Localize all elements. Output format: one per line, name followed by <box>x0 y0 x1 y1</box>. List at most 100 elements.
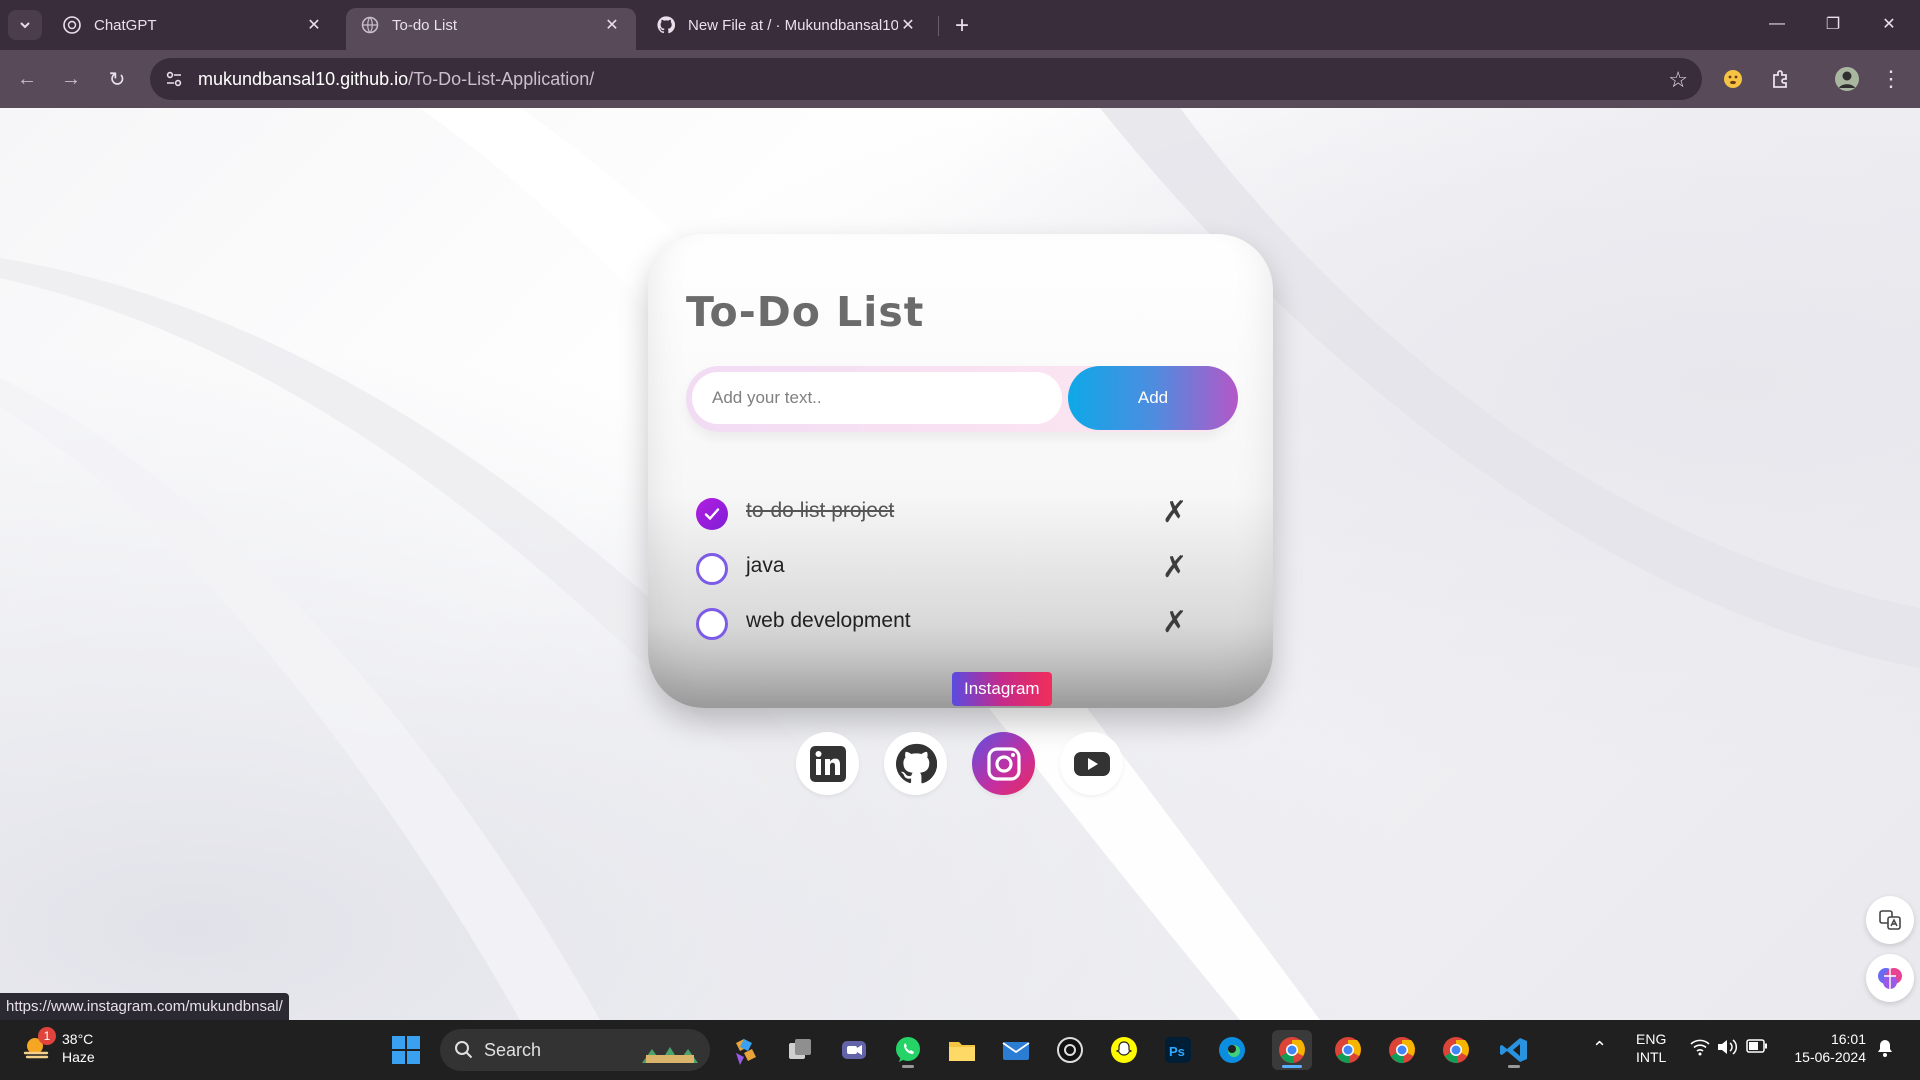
list-item[interactable]: java ✗ <box>696 546 1236 586</box>
close-icon[interactable]: ✕ <box>602 15 622 35</box>
globe-icon <box>360 15 380 35</box>
search-label: Search <box>484 1039 542 1060</box>
task-input[interactable] <box>692 372 1062 424</box>
svg-text:Ps: Ps <box>1169 1044 1185 1059</box>
new-tab-plus-icon[interactable]: + <box>948 12 976 40</box>
unchecked-circle-icon[interactable] <box>696 553 728 585</box>
web-page: To-Do List Add to-do list project ✗ java… <box>0 108 1920 1020</box>
tab-chatgpt[interactable]: ChatGPT ✕ <box>48 8 338 42</box>
windows-taskbar: 1 38°C Haze Search Ps ⌃ ENG INTL 16:01 1… <box>0 1020 1920 1080</box>
input-row: Add <box>686 366 1238 432</box>
chrome-profile-4-icon[interactable] <box>1436 1030 1476 1070</box>
clock-time: 16:01 <box>1830 1031 1866 1047</box>
tab-title: To-do List <box>392 16 458 34</box>
delete-x-icon[interactable]: ✗ <box>1162 550 1187 585</box>
tab-title: New File at / · Mukundbansal10 <box>688 16 898 34</box>
browser-tab-strip: ChatGPT ✕ To-do List ✕ New File at / · M… <box>0 0 1920 50</box>
haze-sun-icon: 1 <box>22 1027 56 1063</box>
forward-arrow-icon[interactable]: → <box>54 62 88 96</box>
instagram-icon[interactable] <box>972 732 1035 795</box>
notification-badge: 1 <box>38 1027 56 1045</box>
reload-icon[interactable]: ↻ <box>100 62 134 96</box>
search-icon <box>455 1041 473 1059</box>
window-close-icon[interactable]: ✕ <box>1866 8 1912 40</box>
bookmark-star-icon[interactable]: ☆ <box>1668 67 1688 93</box>
mail-icon[interactable] <box>996 1030 1036 1070</box>
brain-extension-icon[interactable] <box>1866 954 1914 1002</box>
task-text: web development <box>746 609 911 632</box>
menu-kebab-icon[interactable]: ⋮ <box>1876 64 1906 94</box>
delete-x-icon[interactable]: ✗ <box>1162 495 1187 530</box>
notification-bell-icon[interactable] <box>1876 1038 1894 1061</box>
weather-widget[interactable]: 1 38°C Haze <box>22 1027 95 1066</box>
tab-divider <box>938 16 939 36</box>
clock-date: 15-06-2024 <box>1794 1049 1866 1065</box>
lang-line1: ENG <box>1636 1031 1667 1047</box>
tab-todo-list[interactable]: To-do List ✕ <box>346 8 636 50</box>
chevron-down-icon <box>20 22 30 29</box>
chrome-profile-3-icon[interactable] <box>1382 1030 1422 1070</box>
task-view-icon[interactable] <box>780 1030 820 1070</box>
wifi-icon[interactable] <box>1690 1038 1710 1059</box>
tab-github[interactable]: New File at / · Mukundbansal10 ✕ <box>642 8 932 42</box>
tray-overflow-chevron-icon[interactable]: ⌃ <box>1592 1038 1607 1059</box>
chrome-profile-2-icon[interactable] <box>1328 1030 1368 1070</box>
instagram-tooltip: Instagram <box>952 672 1052 706</box>
site-settings-icon[interactable] <box>162 67 186 91</box>
todo-card: To-Do List Add to-do list project ✗ java… <box>648 234 1273 708</box>
volume-icon[interactable] <box>1716 1038 1738 1059</box>
search-highlight-icon <box>642 1047 698 1063</box>
clock[interactable]: 16:01 15-06-2024 <box>1786 1030 1866 1066</box>
url-host: mukundbansal10.github.io <box>198 68 409 89</box>
delete-x-icon[interactable]: ✗ <box>1162 605 1187 640</box>
page-title: To-Do List <box>686 288 925 336</box>
tab-search-button[interactable] <box>8 10 42 40</box>
extensions-puzzle-icon[interactable] <box>1766 64 1796 94</box>
task-text: java <box>746 554 785 577</box>
snapchat-icon[interactable] <box>1104 1030 1144 1070</box>
youtube-icon[interactable] <box>1060 732 1123 795</box>
translate-icon[interactable] <box>1866 896 1914 944</box>
minimize-icon[interactable]: — <box>1754 8 1800 40</box>
unchecked-circle-icon[interactable] <box>696 608 728 640</box>
tab-title: ChatGPT <box>94 16 157 34</box>
close-icon[interactable]: ✕ <box>304 15 324 35</box>
file-explorer-icon[interactable] <box>942 1030 982 1070</box>
meet-video-icon[interactable] <box>834 1030 874 1070</box>
back-arrow-icon[interactable]: ← <box>10 62 44 96</box>
taskbar-search[interactable]: Search <box>440 1029 710 1071</box>
emoji-extension-icon[interactable] <box>1718 64 1748 94</box>
language-indicator[interactable]: ENG INTL <box>1636 1030 1666 1066</box>
running-indicator <box>1508 1065 1520 1068</box>
github-icon[interactable] <box>884 732 947 795</box>
add-button[interactable]: Add <box>1068 366 1238 430</box>
active-indicator <box>1282 1065 1302 1068</box>
url-path: /To-Do-List-Application/ <box>408 68 595 89</box>
start-windows-icon[interactable] <box>386 1030 426 1070</box>
browser-toolbar: ← → ↻ mukundbansal10.github.io /To-Do-Li… <box>0 50 1920 108</box>
list-item[interactable]: to-do list project ✗ <box>696 491 1236 531</box>
list-item[interactable]: web development ✗ <box>696 601 1236 641</box>
restore-icon[interactable]: ❐ <box>1810 8 1856 40</box>
photoshop-icon[interactable]: Ps <box>1158 1030 1198 1070</box>
chatgpt-icon <box>62 15 82 35</box>
running-indicator <box>902 1065 914 1068</box>
copilot-icon[interactable] <box>726 1030 766 1070</box>
obs-icon[interactable] <box>1050 1030 1090 1070</box>
weather-temp: 38°C <box>62 1031 94 1047</box>
chrome-icon[interactable] <box>1272 1030 1312 1070</box>
address-bar[interactable]: mukundbansal10.github.io /To-Do-List-App… <box>150 58 1702 100</box>
weather-desc: Haze <box>62 1049 95 1065</box>
linkedin-icon[interactable] <box>796 732 859 795</box>
github-icon <box>656 15 676 35</box>
battery-icon[interactable] <box>1746 1039 1768 1056</box>
edge-icon[interactable] <box>1212 1030 1252 1070</box>
lang-line2: INTL <box>1636 1049 1667 1065</box>
close-icon[interactable]: ✕ <box>898 15 918 35</box>
vscode-icon[interactable] <box>1494 1030 1534 1070</box>
status-bar-url: https://www.instagram.com/mukundbnsal/ <box>0 993 289 1020</box>
checked-circle-icon[interactable] <box>696 498 728 530</box>
whatsapp-icon[interactable] <box>888 1030 928 1070</box>
profile-avatar[interactable] <box>1832 64 1862 94</box>
social-links <box>796 732 1123 796</box>
